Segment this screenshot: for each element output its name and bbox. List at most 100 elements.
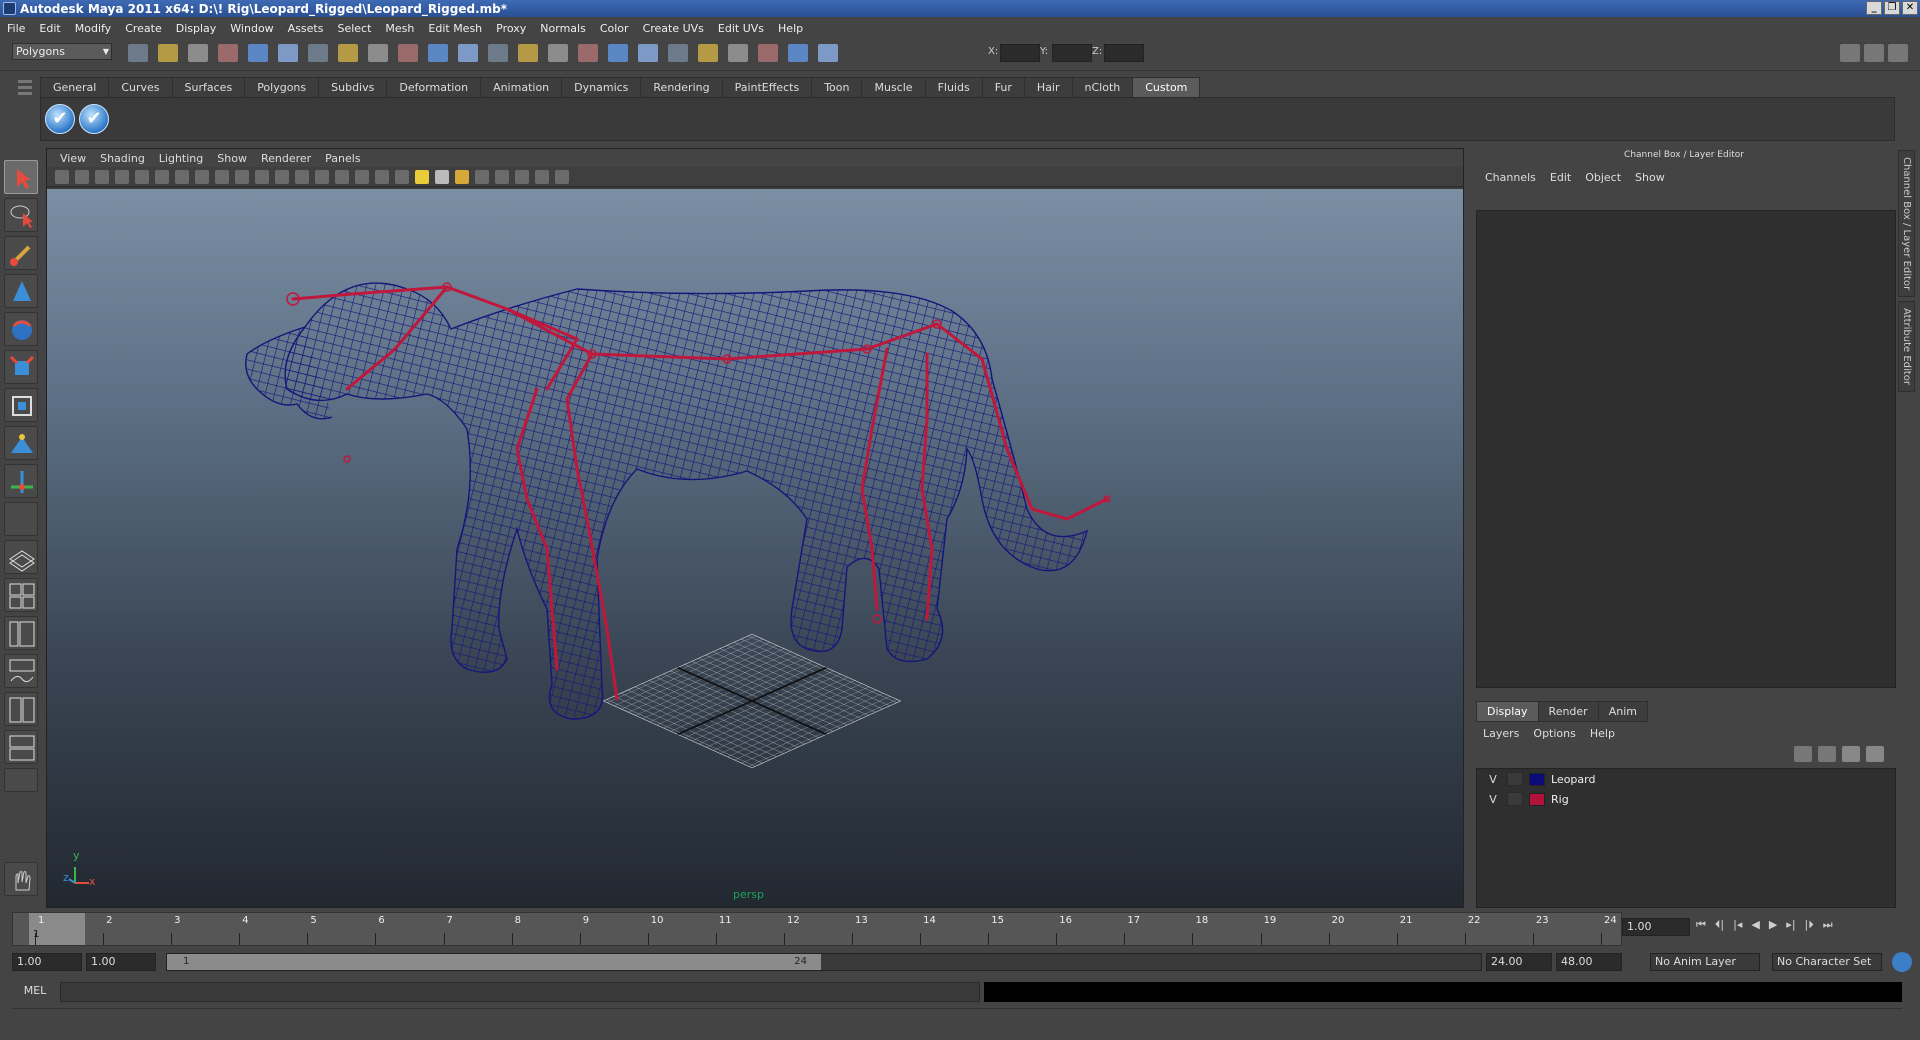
panel-menu-lighting[interactable]: Lighting: [152, 152, 210, 165]
snap-curve-icon[interactable]: [338, 44, 358, 62]
menu-proxy[interactable]: Proxy: [489, 22, 533, 35]
current-frame-input[interactable]: 1.00: [1622, 918, 1690, 936]
menu-select[interactable]: Select: [330, 22, 378, 35]
snapshot-icon[interactable]: [788, 44, 808, 62]
select-by-component-icon[interactable]: [278, 44, 298, 62]
shelf-tab-animation[interactable]: Animation: [480, 77, 563, 97]
quick-layout-hand-icon[interactable]: [4, 862, 38, 896]
panel-tool-icon[interactable]: [235, 170, 249, 184]
channel-box-menu-edit[interactable]: Edit: [1543, 171, 1578, 184]
panel-tool-icon[interactable]: [555, 170, 569, 184]
mel-command-input[interactable]: [60, 982, 980, 1002]
y-input[interactable]: [1052, 44, 1092, 62]
shelf-tab-custom[interactable]: Custom: [1132, 77, 1201, 97]
perspective-outliner-layout-icon[interactable]: [4, 616, 38, 650]
shelf-tab-deformation[interactable]: Deformation: [386, 77, 482, 97]
menu-edit-mesh[interactable]: Edit Mesh: [421, 22, 489, 35]
panel-tool-icon[interactable]: [375, 170, 389, 184]
play-forwards-icon[interactable]: ▶: [1769, 918, 1777, 932]
panel-tool-icon[interactable]: [495, 170, 509, 184]
perspective-graph-outliner-layout-icon[interactable]: [4, 730, 38, 764]
menu-display[interactable]: Display: [169, 22, 224, 35]
render-settings-icon[interactable]: [698, 44, 718, 62]
select-by-hierarchy-icon[interactable]: [218, 44, 238, 62]
panel-tool-icon[interactable]: [95, 170, 109, 184]
menu-file[interactable]: File: [0, 22, 32, 35]
snap-point-icon[interactable]: [368, 44, 388, 62]
x-input[interactable]: [1000, 44, 1040, 62]
hypershade-icon[interactable]: [728, 44, 748, 62]
layer-color-swatch[interactable]: [1529, 792, 1545, 806]
panel-tool-icon[interactable]: [55, 170, 69, 184]
minimize-button[interactable]: _: [1866, 1, 1882, 15]
end-time-input[interactable]: 48.00: [1556, 953, 1622, 971]
camera-icon[interactable]: [758, 44, 778, 62]
anim-layer-select[interactable]: No Anim Layer: [1650, 953, 1760, 971]
create-empty-layer-icon[interactable]: [1842, 746, 1860, 762]
character-set-select[interactable]: No Character Set: [1772, 953, 1882, 971]
layer-playback-toggle[interactable]: [1507, 792, 1523, 806]
menu-color[interactable]: Color: [593, 22, 636, 35]
leopard-wireframe-model[interactable]: [47, 189, 1463, 907]
play-backwards-icon[interactable]: ◀: [1751, 918, 1759, 932]
menu-assets[interactable]: Assets: [281, 22, 331, 35]
channel-box-menu-show[interactable]: Show: [1628, 171, 1672, 184]
shelf-tab-toon[interactable]: Toon: [811, 77, 863, 97]
open-scene-icon[interactable]: [158, 44, 178, 62]
snap-plane-icon[interactable]: [398, 44, 418, 62]
select-by-object-icon[interactable]: [248, 44, 268, 62]
panel-tool-icon[interactable]: [195, 170, 209, 184]
panel-tool-icon[interactable]: [415, 170, 429, 184]
move-tool-icon[interactable]: [4, 274, 38, 308]
snap-grid-icon[interactable]: [308, 44, 328, 62]
panel-tool-icon[interactable]: [215, 170, 229, 184]
shelf-tab-hair[interactable]: Hair: [1023, 77, 1073, 97]
ipr-render-icon[interactable]: [668, 44, 688, 62]
side-tab-channel-box-layer-editor[interactable]: Channel Box / Layer Editor: [1898, 150, 1915, 298]
layer-tab-display[interactable]: Display: [1476, 701, 1539, 722]
panel-tool-icon[interactable]: [115, 170, 129, 184]
panel-tool-icon[interactable]: [75, 170, 89, 184]
menu-create[interactable]: Create: [118, 22, 169, 35]
shelf-tab-polygons[interactable]: Polygons: [244, 77, 320, 97]
panel-tool-icon[interactable]: [315, 170, 329, 184]
shelf-handle[interactable]: [14, 77, 36, 141]
panel-tool-icon[interactable]: [435, 170, 449, 184]
shelf-tab-general[interactable]: General: [40, 77, 110, 97]
layer-row[interactable]: V Leopard: [1477, 769, 1895, 789]
menu-edit-uvs[interactable]: Edit UVs: [711, 22, 771, 35]
hypershade-layout-icon[interactable]: [4, 692, 38, 726]
menu-normals[interactable]: Normals: [533, 22, 593, 35]
shelf-tab-curves[interactable]: Curves: [108, 77, 173, 97]
panel-menu-show[interactable]: Show: [210, 152, 254, 165]
shelf-tab-painteffects[interactable]: PaintEffects: [721, 77, 813, 97]
layer-visibility-toggle[interactable]: V: [1485, 793, 1501, 806]
range-bar[interactable]: 1 24: [166, 953, 1482, 971]
select-tool-icon[interactable]: [4, 160, 38, 194]
rotate-tool-icon[interactable]: [4, 312, 38, 346]
playback-start-input[interactable]: 1.00: [86, 953, 156, 971]
input-ops-icon[interactable]: [548, 44, 568, 62]
create-layer-from-selected-icon[interactable]: [1866, 746, 1884, 762]
panel-tool-icon[interactable]: [475, 170, 489, 184]
show-channel-box-icon[interactable]: [1888, 44, 1908, 62]
shelf-tab-muscle[interactable]: Muscle: [861, 77, 926, 97]
move-layer-up-icon[interactable]: [1794, 746, 1812, 762]
menu-modify[interactable]: Modify: [68, 22, 118, 35]
layer-menu-help[interactable]: Help: [1583, 727, 1622, 740]
menu-edit[interactable]: Edit: [32, 22, 67, 35]
z-input[interactable]: [1104, 44, 1144, 62]
maximize-button[interactable]: ❐: [1884, 1, 1900, 15]
side-tab-attribute-editor[interactable]: Attribute Editor: [1898, 301, 1915, 393]
select-highlight-icon[interactable]: [518, 44, 538, 62]
construction-history-icon[interactable]: [608, 44, 628, 62]
layer-tab-anim[interactable]: Anim: [1597, 701, 1648, 722]
panel-tool-icon[interactable]: [255, 170, 269, 184]
output-ops-icon[interactable]: [578, 44, 598, 62]
history-icon[interactable]: [458, 44, 478, 62]
perspective-graph-layout-icon[interactable]: [4, 654, 38, 688]
shelf-tab-ncloth[interactable]: nCloth: [1071, 77, 1134, 97]
show-manipulator-tool-icon[interactable]: [4, 464, 38, 498]
paint-select-tool-icon[interactable]: [4, 236, 38, 270]
panel-tool-icon[interactable]: [395, 170, 409, 184]
